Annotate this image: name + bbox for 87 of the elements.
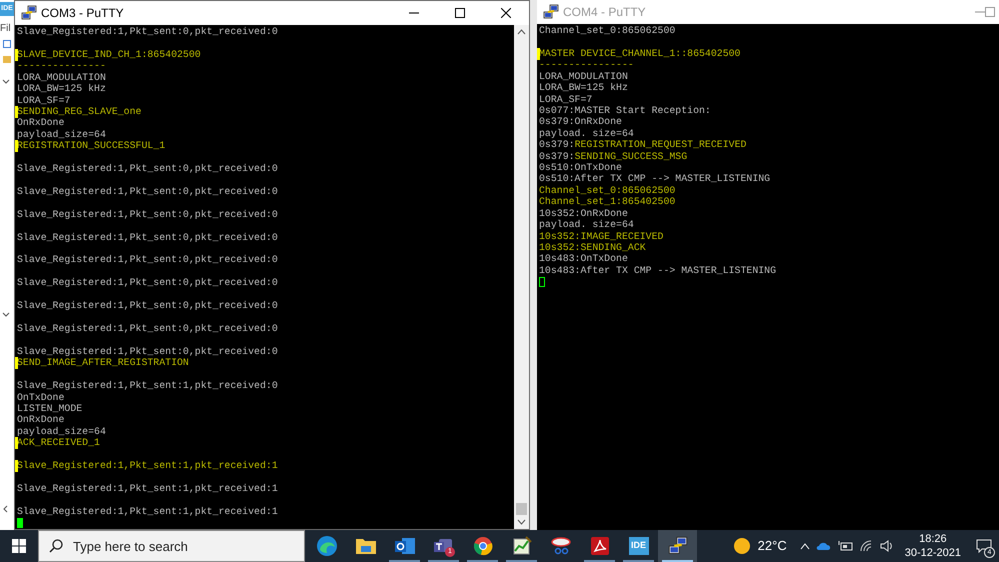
folder-icon: [354, 537, 376, 555]
weather-temperature[interactable]: 22°C: [758, 536, 787, 556]
terminal-line: 10s352:IMAGE_RECEIVED: [539, 230, 664, 242]
terminal-line: LORA_SF=7: [539, 94, 592, 105]
terminal-line: Slave_Registered:1,Pkt_sent:0,pkt_received:0: [17, 254, 278, 266]
ide-logo: IDE: [628, 537, 648, 555]
terminal-line: payload_size=64: [17, 426, 106, 437]
chevron-icon[interactable]: [2, 79, 10, 85]
putty-icon: [21, 5, 37, 21]
chevron-up-icon[interactable]: [800, 542, 810, 550]
battery-icon[interactable]: [838, 541, 854, 551]
terminal-line: 0s379:OnRxDone: [539, 116, 622, 128]
sun-icon[interactable]: [734, 538, 750, 554]
chart-app-icon: [512, 536, 532, 556]
terminal-line: Slave_Registered:1,Pkt_sent:1,pkt_received:1: [17, 482, 278, 494]
search-field[interactable]: Type here to search: [38, 530, 305, 562]
terminal-line: OnRxDone: [17, 414, 64, 426]
clock-button[interactable]: 18:26 30-12-2021: [904, 532, 961, 560]
scrollbar[interactable]: [514, 25, 529, 529]
terminal-line: SLAVE_DEVICE_IND_CH_1:865402500: [17, 48, 201, 60]
terminal-line: 0s510:After TX CMP --> MASTER_LISTENING: [539, 173, 770, 184]
speech-bubble-icon: [976, 539, 992, 553]
terminal-line: Channel_set_0:865062500: [539, 25, 676, 36]
terminal-line: 0s379:SENDING_SUCCESS_MSG: [539, 150, 688, 162]
terminal-line: Slave_Registered:1,Pkt_sent:0,pkt_received:0: [17, 346, 278, 357]
putty-icon: [543, 4, 559, 20]
terminal-line: Slave_Registered:1,Pkt_sent:0,pkt_received:0: [17, 232, 278, 243]
chevron-icon[interactable]: [2, 312, 10, 318]
mail-app-icon: [394, 536, 416, 556]
terminal-line: Slave_Registered:1,Pkt_sent:1,pkt_received:1: [17, 506, 278, 517]
terminal-computers-icon: [668, 536, 688, 556]
terminal-line: 0s379:REGISTRATION_REQUEST_RECEIVED: [539, 139, 746, 150]
terminal-line: LORA_MODULATION: [539, 70, 628, 82]
speaker-icon[interactable]: [880, 540, 894, 552]
terminal-line: 10s483:OnTxDone: [539, 253, 628, 264]
terminal-line: Slave_Registered:1,Pkt_sent:0,pkt_received:0: [17, 186, 278, 197]
terminal-line: Channel_set_1:865402500: [539, 196, 676, 208]
terminal-line: ACK_RECEIVED_1: [17, 437, 100, 448]
terminal-line: Slave_Registered:1,Pkt_sent:0,pkt_received:0: [17, 277, 278, 288]
terminal-line: ---------------: [17, 60, 106, 72]
terminal-line: SEND_IMAGE_AFTER_REGISTRATION: [17, 357, 189, 368]
terminal-line: Slave_Registered:1,Pkt_sent:0,pkt_received:0: [17, 208, 278, 220]
edge-icon: [316, 535, 338, 557]
terminal-line: OnTxDone: [17, 392, 64, 402]
chevron-icon[interactable]: [2, 505, 9, 513]
terminal-line: payload. size=64: [539, 219, 634, 230]
toolbar-icon[interactable]: [3, 40, 11, 48]
terminal-line: LORA_BW=125 kHz: [17, 83, 106, 94]
terminal-line: Slave_Registered:1,Pkt_sent:0,pkt_received:0: [17, 322, 278, 334]
scroll-down-icon[interactable]: [517, 519, 526, 525]
maximize-icon: [985, 7, 995, 17]
terminal-line: LORA_SF=7: [17, 94, 70, 106]
terminal-line: 0s510:OnTxDone: [539, 162, 622, 174]
window-title: COM3 - PuTTY: [41, 5, 124, 22]
windows-logo-icon: [12, 539, 26, 553]
terminal-line: Slave_Registered:1,Pkt_sent:0,pkt_received:0: [17, 300, 278, 312]
terminal-line: REGISTRATION_SUCCESSFUL_1: [17, 140, 166, 152]
terminal-line: Slave_Registered:1,Pkt_sent:1,pkt_received:1: [17, 460, 278, 472]
terminal-line: 10s352:SENDING_ACK: [539, 242, 646, 254]
terminal-line: LISTEN_MODE: [17, 402, 82, 414]
cloud-icon[interactable]: [816, 541, 832, 551]
close-icon: [501, 8, 511, 18]
scroll-up-icon[interactable]: [517, 29, 526, 35]
terminal-line: SENDING_REG_SLAVE_one: [17, 106, 142, 117]
scroll-thumb[interactable]: [516, 503, 527, 515]
terminal-line: Slave_Registered:1,Pkt_sent:0,pkt_received:0: [17, 163, 278, 174]
terminal-line: ----------------: [539, 59, 634, 70]
chrome-icon: [472, 536, 492, 556]
terminal-line: Channel_set_0:865062500: [539, 184, 676, 196]
terminal-line: LORA_BW=125 kHz: [539, 82, 628, 94]
wifi-icon[interactable]: [860, 540, 874, 552]
terminal-line: MASTER DEVICE_CHANNEL_1::865402500: [539, 48, 740, 59]
terminal-line: Slave_Registered:1,Pkt_sent:1,pkt_received:0: [17, 380, 278, 392]
window-title: COM4 - PuTTY: [563, 4, 646, 21]
terminal-line: Slave_Registered:1,Pkt_sent:0,pkt_received:0: [17, 26, 278, 37]
terminal-line: 0s077:MASTER Start Reception:: [539, 104, 711, 116]
terminal-line: payload_size=64: [17, 128, 106, 140]
terminal-line: OnRxDone: [17, 117, 64, 128]
terminal-line: 10s352:OnRxDone: [539, 208, 628, 219]
terminal-line: payload. size=64: [539, 128, 634, 139]
pdf-icon: [590, 536, 610, 556]
taskbar-app-button[interactable]: [658, 530, 697, 562]
terminal-line: 10s483:After TX CMP --> MASTER_LISTENING: [539, 264, 776, 276]
terminal-line: LORA_MODULATION: [17, 72, 106, 83]
maximize-icon: [455, 8, 465, 18]
search-icon: [49, 539, 63, 553]
menu-fragment: Fil: [0, 22, 12, 36]
